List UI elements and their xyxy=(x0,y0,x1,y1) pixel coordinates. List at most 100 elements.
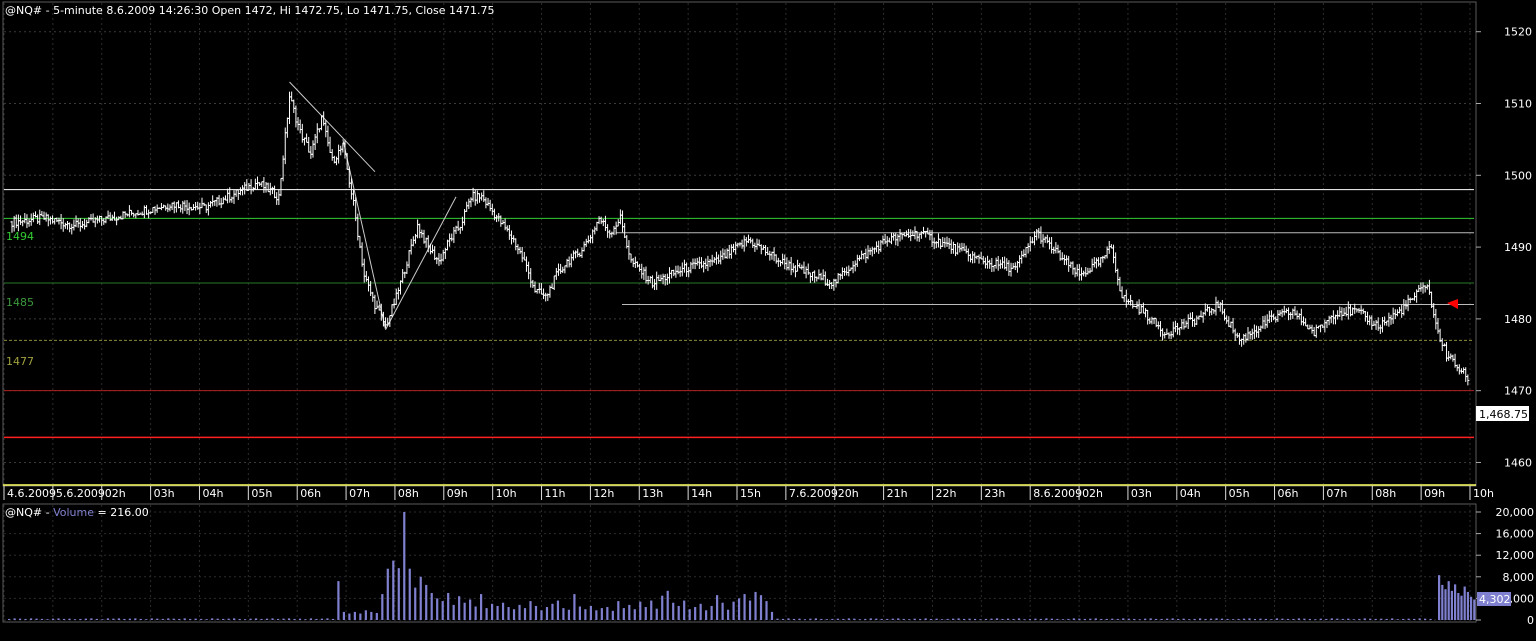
volume-bar xyxy=(205,619,208,620)
volume-bar xyxy=(1160,618,1163,620)
volume-bar xyxy=(732,601,735,620)
volume-bar xyxy=(973,618,977,620)
volume-bar xyxy=(962,618,966,620)
volume-bar xyxy=(35,618,38,620)
volume-bar xyxy=(869,618,872,620)
volume-bar xyxy=(1358,618,1361,620)
volume-bar xyxy=(222,618,225,620)
volume-bar xyxy=(842,618,845,620)
volume-bar xyxy=(1303,618,1306,620)
volume-bar xyxy=(1138,619,1141,620)
volume-bar xyxy=(726,609,730,620)
volume-bar xyxy=(271,618,274,620)
volume-bar xyxy=(1325,618,1328,620)
date-tick-label: 4.6.2009 xyxy=(7,487,56,500)
volume-bar xyxy=(1089,618,1092,620)
volume-bar xyxy=(8,618,11,620)
date-tick-label: 11h xyxy=(545,487,566,500)
volume-bar xyxy=(227,618,230,620)
volume-bar xyxy=(1297,618,1300,620)
volume-bar xyxy=(29,618,33,620)
volume-bar xyxy=(589,605,592,620)
volume-bar xyxy=(545,607,549,620)
volume-bar xyxy=(1006,618,1010,620)
last-volume-marker: 4,302 xyxy=(1477,592,1511,606)
volume-bar xyxy=(348,613,351,620)
volume-bar xyxy=(759,595,763,620)
volume-bar xyxy=(897,618,900,620)
volume-bar xyxy=(1447,581,1450,620)
price-tick-label: 1520 xyxy=(1504,26,1532,39)
volume-bar xyxy=(364,610,367,620)
volume-bar xyxy=(1363,618,1366,620)
date-tick-label: 10h xyxy=(1473,487,1494,500)
price-tick-label: 1490 xyxy=(1504,241,1532,254)
volume-bar xyxy=(787,618,790,620)
volume-bar xyxy=(699,603,702,620)
volume-bar xyxy=(1396,619,1399,620)
date-tick-label: 08h xyxy=(1375,487,1396,500)
volume-bar xyxy=(737,598,741,620)
volume-bar xyxy=(902,618,905,620)
volume-bar xyxy=(628,604,631,620)
price-tick-label: 1500 xyxy=(1504,169,1532,182)
volume-bar xyxy=(375,612,378,620)
date-tick-label: 02h xyxy=(1082,487,1103,500)
volume-bar xyxy=(792,618,796,620)
volume-bar xyxy=(1385,618,1388,620)
volume-bar xyxy=(1352,619,1355,620)
volume-tick-label: 0 xyxy=(1527,614,1534,627)
volume-bar xyxy=(1463,586,1466,620)
date-tick-label: 12h xyxy=(593,487,614,500)
volume-bar xyxy=(51,618,55,620)
volume-bar xyxy=(293,618,296,620)
volume-bar xyxy=(639,601,642,620)
date-tick-label: 13h xyxy=(642,487,663,500)
volume-bar xyxy=(798,618,801,620)
volume-bar xyxy=(710,605,713,620)
volume-bar xyxy=(1094,618,1097,620)
date-tick-label: 03h xyxy=(1131,487,1152,500)
date-tick-label: 5.6.2009 xyxy=(56,487,105,500)
date-tick-label: 10h xyxy=(496,487,517,500)
volume-bar xyxy=(803,619,807,620)
volume-bar xyxy=(1198,618,1202,620)
volume-bar xyxy=(770,611,774,620)
date-tick-label: 22h xyxy=(935,487,956,500)
volume-bar xyxy=(1242,618,1246,620)
date-tick-label: 05h xyxy=(1229,487,1250,500)
volume-bar xyxy=(650,600,653,620)
volume-bar xyxy=(836,618,839,620)
volume-bar xyxy=(622,608,625,620)
volume-bar xyxy=(73,619,77,620)
volume-bar xyxy=(419,576,422,620)
volume-bar xyxy=(1083,618,1086,620)
volume-bar xyxy=(156,618,159,620)
volume-bar xyxy=(1253,618,1257,620)
volume-bar xyxy=(1193,618,1196,620)
volume-bar xyxy=(831,618,834,620)
volume-bar xyxy=(134,618,137,620)
level-label-1477: 1477 xyxy=(6,355,34,368)
volume-bar xyxy=(1374,618,1377,620)
volume-bar xyxy=(90,618,93,620)
volume-bar xyxy=(1444,589,1447,620)
volume-tick-label: 12,000 xyxy=(1496,549,1535,562)
volume-bar xyxy=(886,618,889,620)
volume-bar xyxy=(595,610,598,620)
volume-bar xyxy=(1369,618,1372,620)
volume-bar xyxy=(518,604,521,620)
volume-bar xyxy=(721,602,724,620)
volume-bar xyxy=(1012,618,1015,620)
volume-bar xyxy=(1281,618,1284,620)
volume-bar xyxy=(1413,618,1416,620)
volume-bar xyxy=(908,619,911,620)
volume-bar xyxy=(1380,618,1383,620)
volume-bar xyxy=(814,618,818,620)
volume-bar xyxy=(79,618,82,620)
volume-bar xyxy=(1105,618,1108,620)
volume-bar xyxy=(62,618,66,620)
volume-bar xyxy=(309,618,313,620)
volume-bar xyxy=(1061,619,1064,620)
volume-bar xyxy=(1418,618,1421,620)
